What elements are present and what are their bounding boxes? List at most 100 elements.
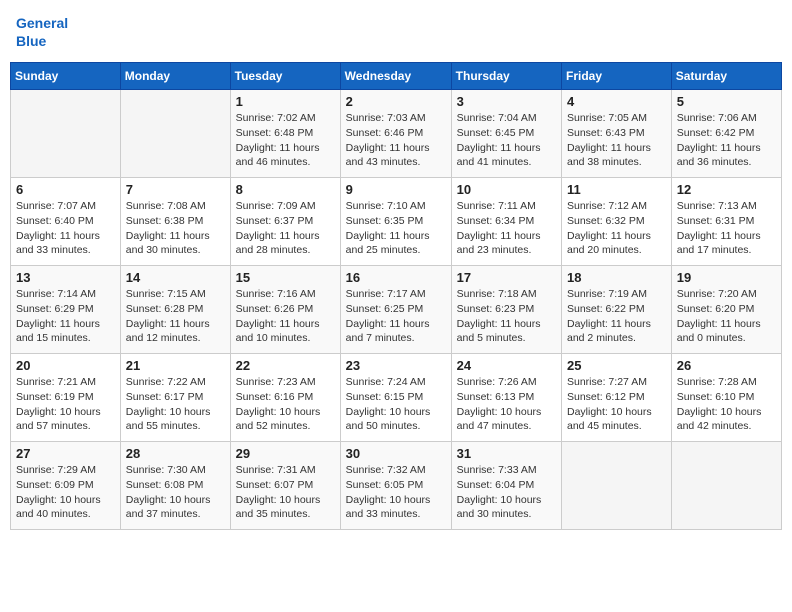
day-number: 20 <box>16 358 115 373</box>
day-number: 8 <box>236 182 335 197</box>
day-number: 10 <box>457 182 556 197</box>
page-header: General Blue General Blue <box>10 10 782 54</box>
calendar-cell: 16 Sunrise: 7:17 AM Sunset: 6:25 PM Dayli… <box>340 266 451 354</box>
day-info: Sunrise: 7:23 AM Sunset: 6:16 PM Dayligh… <box>236 375 335 434</box>
day-info: Sunrise: 7:30 AM Sunset: 6:08 PM Dayligh… <box>126 463 225 522</box>
calendar-cell: 10 Sunrise: 7:11 AM Sunset: 6:34 PM Dayli… <box>451 178 561 266</box>
calendar-cell: 3Sunrise: 7:04 AM Sunset: 6:45 PM Daylig… <box>451 90 561 178</box>
column-header-monday: Monday <box>120 63 230 90</box>
column-header-tuesday: Tuesday <box>230 63 340 90</box>
day-number: 7 <box>126 182 225 197</box>
day-number: 9 <box>346 182 446 197</box>
calendar-header-row: SundayMondayTuesdayWednesdayThursdayFrid… <box>11 63 782 90</box>
day-number: 1 <box>236 94 335 109</box>
column-header-friday: Friday <box>562 63 672 90</box>
calendar-cell: 1 Sunrise: 7:02 AM Sunset: 6:48 PM Daylig… <box>230 90 340 178</box>
day-number: 16 <box>346 270 446 285</box>
calendar-cell: 20 Sunrise: 7:21 AM Sunset: 6:19 PM Dayli… <box>11 354 121 442</box>
logo-text-blue: Blue <box>16 32 68 50</box>
day-info: Sunrise: 7:29 AM Sunset: 6:09 PM Dayligh… <box>16 463 115 522</box>
calendar-cell: 26 Sunrise: 7:28 AM Sunset: 6:10 PM Dayli… <box>671 354 781 442</box>
day-number: 27 <box>16 446 115 461</box>
calendar-table: SundayMondayTuesdayWednesdayThursdayFrid… <box>10 62 782 530</box>
day-number: 14 <box>126 270 225 285</box>
day-info: Sunrise: 7:07 AM Sunset: 6:40 PM Dayligh… <box>16 199 115 258</box>
column-header-thursday: Thursday <box>451 63 561 90</box>
day-info: Sunrise: 7:06 AM Sunset: 6:42 PM Dayligh… <box>677 111 776 170</box>
day-info: Sunrise: 7:02 AM Sunset: 6:48 PM Dayligh… <box>236 111 335 170</box>
column-header-sunday: Sunday <box>11 63 121 90</box>
column-header-saturday: Saturday <box>671 63 781 90</box>
day-number: 19 <box>677 270 776 285</box>
day-info: Sunrise: 7:33 AM Sunset: 6:04 PM Dayligh… <box>457 463 556 522</box>
calendar-cell: 25 Sunrise: 7:27 AM Sunset: 6:12 PM Dayli… <box>562 354 672 442</box>
day-info: Sunrise: 7:19 AM Sunset: 6:22 PM Dayligh… <box>567 287 666 346</box>
day-number: 24 <box>457 358 556 373</box>
day-info: Sunrise: 7:28 AM Sunset: 6:10 PM Dayligh… <box>677 375 776 434</box>
calendar-week-1: 1 Sunrise: 7:02 AM Sunset: 6:48 PM Daylig… <box>11 90 782 178</box>
day-number: 31 <box>457 446 556 461</box>
calendar-cell: 14 Sunrise: 7:15 AM Sunset: 6:28 PM Dayli… <box>120 266 230 354</box>
day-info: Sunrise: 7:13 AM Sunset: 6:31 PM Dayligh… <box>677 199 776 258</box>
day-number: 26 <box>677 358 776 373</box>
day-number: 21 <box>126 358 225 373</box>
calendar-cell: 7 Sunrise: 7:08 AM Sunset: 6:38 PM Daylig… <box>120 178 230 266</box>
day-info: Sunrise: 7:11 AM Sunset: 6:34 PM Dayligh… <box>457 199 556 258</box>
calendar-week-5: 27 Sunrise: 7:29 AM Sunset: 6:09 PM Dayli… <box>11 442 782 530</box>
column-header-wednesday: Wednesday <box>340 63 451 90</box>
day-number: 5 <box>677 94 776 109</box>
calendar-cell: 15Sunrise: 7:16 AM Sunset: 6:26 PM Dayli… <box>230 266 340 354</box>
day-number: 12 <box>677 182 776 197</box>
day-number: 25 <box>567 358 666 373</box>
calendar-cell: 23Sunrise: 7:24 AM Sunset: 6:15 PM Dayli… <box>340 354 451 442</box>
calendar-cell: 13Sunrise: 7:14 AM Sunset: 6:29 PM Dayli… <box>11 266 121 354</box>
calendar-cell: 8 Sunrise: 7:09 AM Sunset: 6:37 PM Daylig… <box>230 178 340 266</box>
calendar-cell: 29 Sunrise: 7:31 AM Sunset: 6:07 PM Dayli… <box>230 442 340 530</box>
calendar-cell: 17 Sunrise: 7:18 AM Sunset: 6:23 PM Dayli… <box>451 266 561 354</box>
calendar-cell: 28 Sunrise: 7:30 AM Sunset: 6:08 PM Dayli… <box>120 442 230 530</box>
day-info: Sunrise: 7:08 AM Sunset: 6:38 PM Dayligh… <box>126 199 225 258</box>
day-info: Sunrise: 7:04 AM Sunset: 6:45 PM Dayligh… <box>457 111 556 170</box>
logo-text-general: General <box>16 14 68 32</box>
calendar-cell <box>120 90 230 178</box>
calendar-cell: 24 Sunrise: 7:26 AM Sunset: 6:13 PM Dayli… <box>451 354 561 442</box>
day-info: Sunrise: 7:05 AM Sunset: 6:43 PM Dayligh… <box>567 111 666 170</box>
calendar-cell <box>11 90 121 178</box>
day-info: Sunrise: 7:12 AM Sunset: 6:32 PM Dayligh… <box>567 199 666 258</box>
calendar-cell: 5 Sunrise: 7:06 AM Sunset: 6:42 PM Daylig… <box>671 90 781 178</box>
day-info: Sunrise: 7:31 AM Sunset: 6:07 PM Dayligh… <box>236 463 335 522</box>
day-info: Sunrise: 7:10 AM Sunset: 6:35 PM Dayligh… <box>346 199 446 258</box>
day-number: 18 <box>567 270 666 285</box>
day-number: 22 <box>236 358 335 373</box>
day-info: Sunrise: 7:09 AM Sunset: 6:37 PM Dayligh… <box>236 199 335 258</box>
logo: General Blue General Blue <box>16 14 68 50</box>
day-number: 28 <box>126 446 225 461</box>
day-number: 23 <box>346 358 446 373</box>
calendar-week-3: 13Sunrise: 7:14 AM Sunset: 6:29 PM Dayli… <box>11 266 782 354</box>
day-info: Sunrise: 7:22 AM Sunset: 6:17 PM Dayligh… <box>126 375 225 434</box>
calendar-cell: 30Sunrise: 7:32 AM Sunset: 6:05 PM Dayli… <box>340 442 451 530</box>
day-info: Sunrise: 7:17 AM Sunset: 6:25 PM Dayligh… <box>346 287 446 346</box>
calendar-cell: 18 Sunrise: 7:19 AM Sunset: 6:22 PM Dayli… <box>562 266 672 354</box>
calendar-week-2: 6 Sunrise: 7:07 AM Sunset: 6:40 PM Daylig… <box>11 178 782 266</box>
day-info: Sunrise: 7:27 AM Sunset: 6:12 PM Dayligh… <box>567 375 666 434</box>
calendar-cell: 2 Sunrise: 7:03 AM Sunset: 6:46 PM Daylig… <box>340 90 451 178</box>
calendar-cell <box>671 442 781 530</box>
calendar-cell: 11Sunrise: 7:12 AM Sunset: 6:32 PM Dayli… <box>562 178 672 266</box>
calendar-week-4: 20 Sunrise: 7:21 AM Sunset: 6:19 PM Dayli… <box>11 354 782 442</box>
day-number: 29 <box>236 446 335 461</box>
day-number: 2 <box>346 94 446 109</box>
day-info: Sunrise: 7:03 AM Sunset: 6:46 PM Dayligh… <box>346 111 446 170</box>
calendar-cell: 9 Sunrise: 7:10 AM Sunset: 6:35 PM Daylig… <box>340 178 451 266</box>
day-number: 6 <box>16 182 115 197</box>
day-info: Sunrise: 7:15 AM Sunset: 6:28 PM Dayligh… <box>126 287 225 346</box>
calendar-cell: 19 Sunrise: 7:20 AM Sunset: 6:20 PM Dayli… <box>671 266 781 354</box>
day-info: Sunrise: 7:14 AM Sunset: 6:29 PM Dayligh… <box>16 287 115 346</box>
day-number: 30 <box>346 446 446 461</box>
day-info: Sunrise: 7:18 AM Sunset: 6:23 PM Dayligh… <box>457 287 556 346</box>
day-info: Sunrise: 7:21 AM Sunset: 6:19 PM Dayligh… <box>16 375 115 434</box>
day-info: Sunrise: 7:20 AM Sunset: 6:20 PM Dayligh… <box>677 287 776 346</box>
day-info: Sunrise: 7:26 AM Sunset: 6:13 PM Dayligh… <box>457 375 556 434</box>
calendar-cell: 27 Sunrise: 7:29 AM Sunset: 6:09 PM Dayli… <box>11 442 121 530</box>
day-number: 17 <box>457 270 556 285</box>
